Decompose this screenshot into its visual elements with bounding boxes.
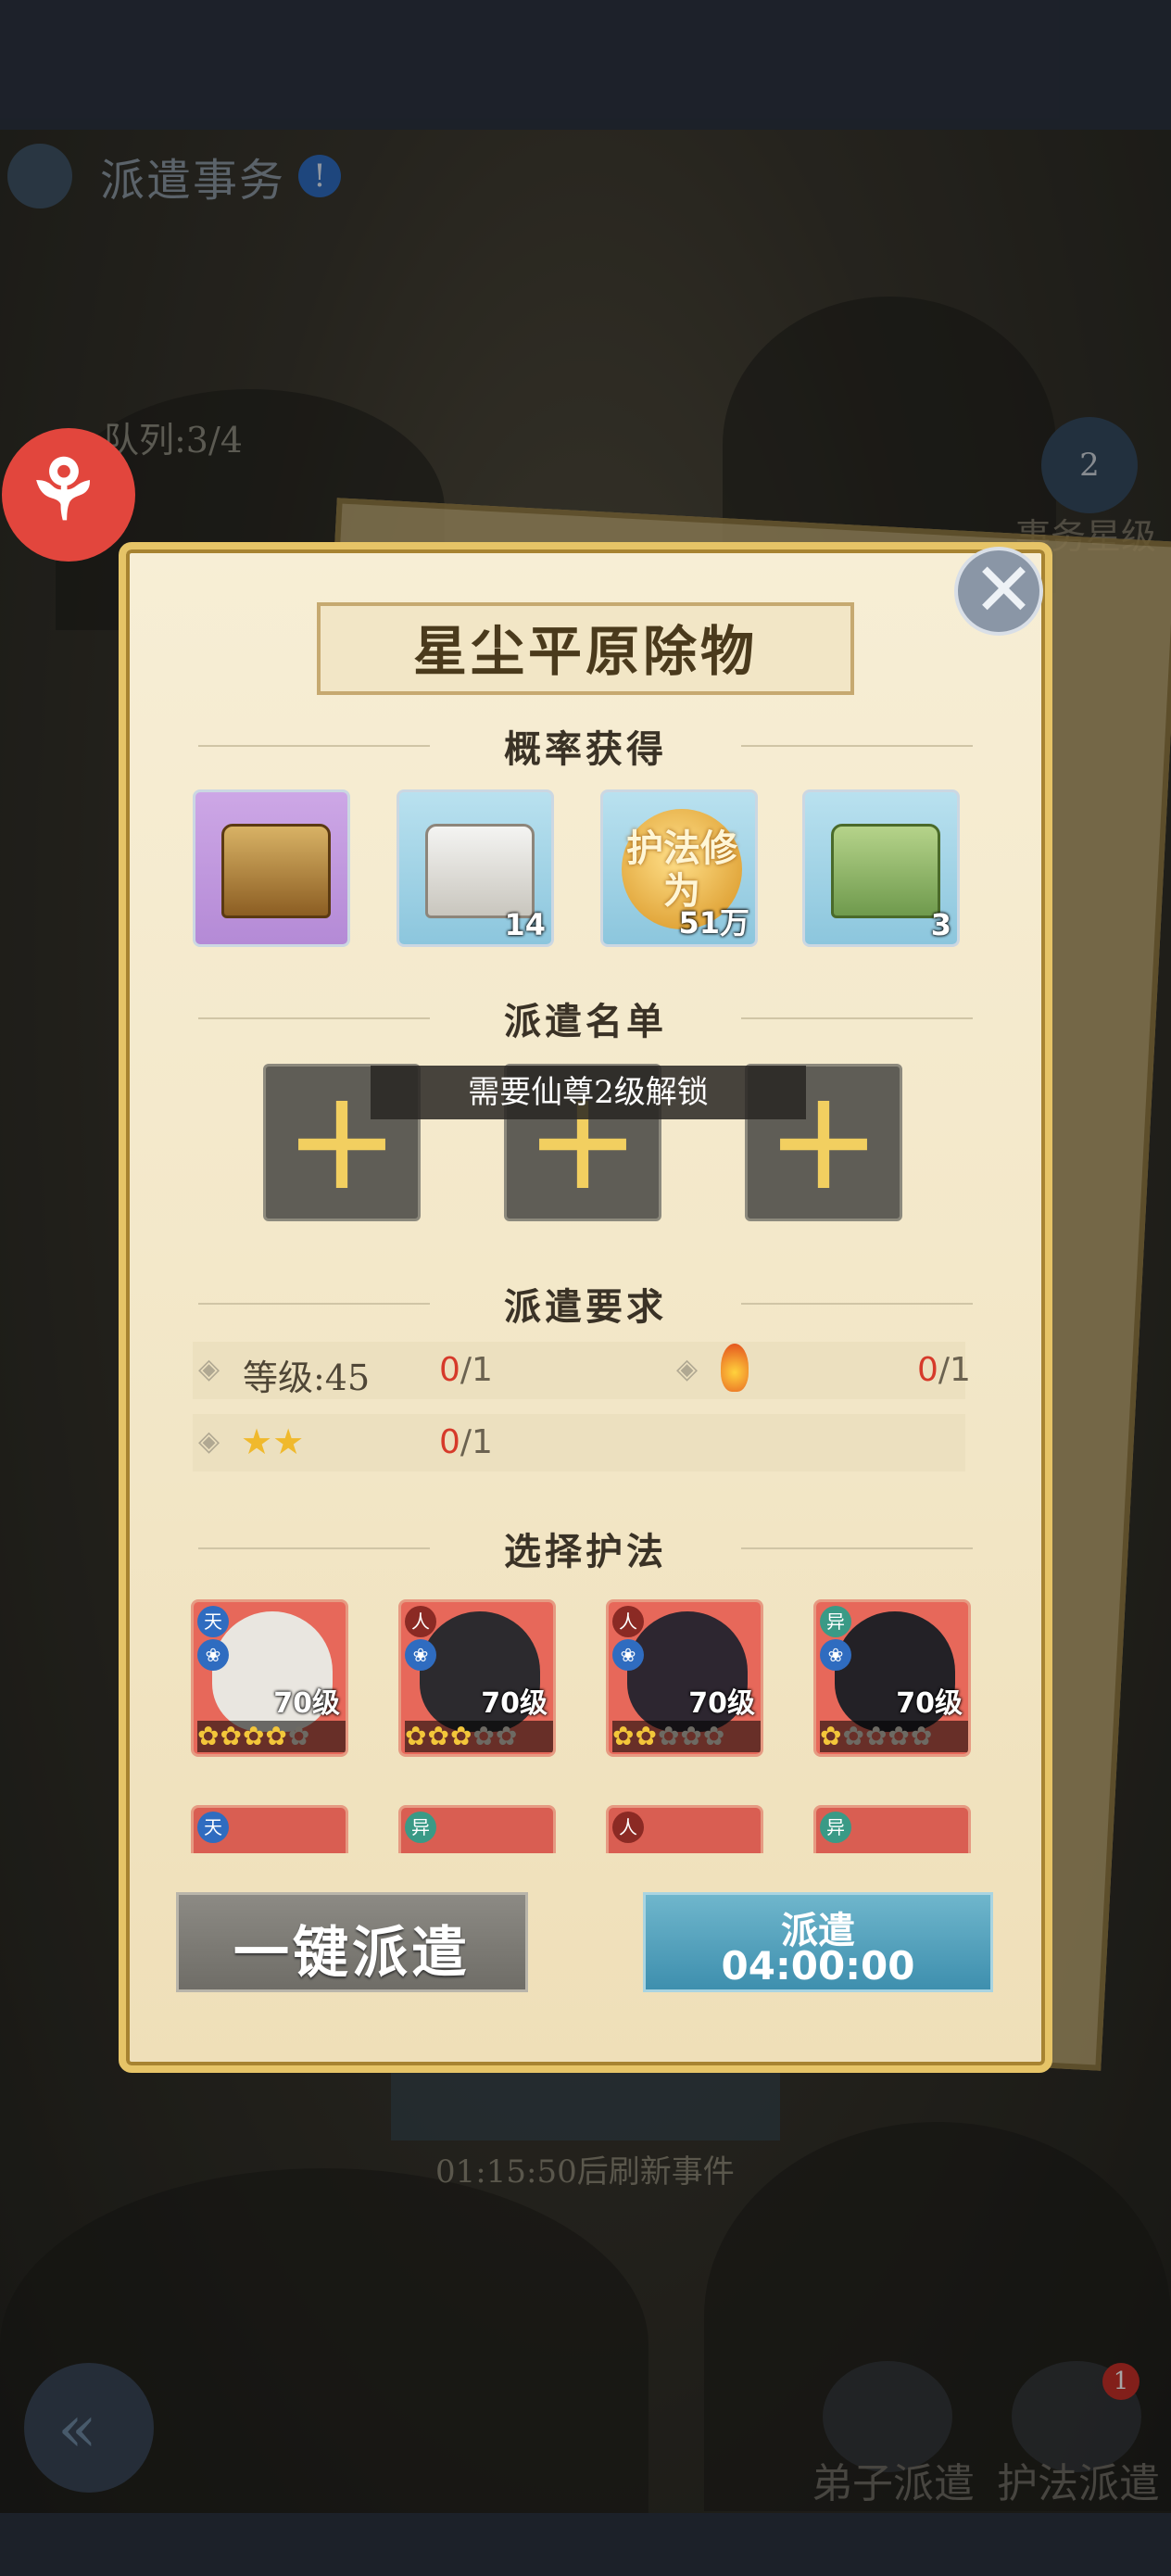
hero-card-partial[interactable]: 天: [191, 1805, 348, 1853]
reward-qty: 51万: [678, 905, 749, 941]
star-empty-icon: ✿: [910, 1721, 934, 1751]
requirement-stars: ★★: [241, 1421, 305, 1462]
lotus-element-icon: ❀: [612, 1639, 644, 1671]
section-roster-heading: 派遣名单: [504, 1000, 667, 1043]
hero-card-partial[interactable]: 人: [606, 1805, 763, 1853]
requirement-count: 0/1: [439, 1423, 493, 1461]
star-empty-icon: ✿: [472, 1721, 496, 1751]
hero-card[interactable]: 异 ❀ 70级 ✿✿✿✿✿: [813, 1599, 971, 1757]
star-empty-icon: ✿: [680, 1721, 703, 1751]
hero-card[interactable]: 人 ❀ 70级 ✿✿✿✿✿: [398, 1599, 556, 1757]
diamond-icon: ◈: [198, 1425, 220, 1458]
floating-assistant-button[interactable]: ⚘: [2, 428, 135, 562]
hero-card-partial[interactable]: 异: [398, 1805, 556, 1853]
reward-qty: 14: [504, 907, 546, 942]
star-filled-icon: ✿: [635, 1721, 658, 1751]
slot-lock-banner: 需要仙尊2级解锁: [371, 1066, 806, 1119]
jade-chest-icon: [831, 824, 940, 918]
close-button[interactable]: ✕: [954, 547, 1043, 636]
sprout-icon: ⚘: [26, 441, 101, 539]
lotus-element-icon: ❀: [405, 1639, 436, 1671]
dispatch-button[interactable]: 派遣 04:00:00: [643, 1892, 993, 1992]
section-select-heading: 选择护法: [504, 1530, 667, 1573]
hero-level: 70级: [688, 1687, 755, 1720]
star-filled-icon: ✿: [612, 1721, 636, 1751]
hero-card-partial[interactable]: 异: [813, 1805, 971, 1853]
one-click-dispatch-button[interactable]: 一键派遣: [176, 1892, 528, 1992]
requirement-level: 等级:45: [243, 1357, 371, 1398]
faction-badge: 异: [820, 1606, 851, 1637]
star-filled-icon: ✿: [820, 1721, 843, 1751]
star-empty-icon: ✿: [287, 1721, 311, 1751]
hero-level: 70级: [481, 1687, 548, 1720]
hero-star-rating: ✿✿✿✿✿: [405, 1721, 553, 1752]
star-empty-icon: ✿: [495, 1721, 519, 1751]
star-empty-icon: ✿: [864, 1721, 888, 1751]
star-filled-icon: ✿: [242, 1721, 266, 1751]
star-empty-icon: ✿: [842, 1721, 865, 1751]
reward-item[interactable]: 护法修为 51万: [600, 789, 758, 947]
faction-badge: 天: [197, 1606, 229, 1637]
requirement-count: 0/1: [439, 1351, 493, 1389]
star-filled-icon: ✿: [405, 1721, 428, 1751]
faction-badge: 人: [405, 1606, 436, 1637]
star-filled-icon: ✿: [220, 1721, 243, 1751]
silver-chest-icon: [425, 824, 535, 918]
star-empty-icon: ✿: [702, 1721, 726, 1751]
lotus-element-icon: ❀: [197, 1639, 229, 1671]
hero-star-rating: ✿✿✿✿✿: [820, 1721, 968, 1752]
star-filled-icon: ✿: [449, 1721, 473, 1751]
fire-element-icon: [721, 1344, 749, 1392]
requirement-row: [193, 1414, 965, 1471]
requirement-count: 0/1: [917, 1351, 971, 1389]
star-filled-icon: ✿: [427, 1721, 450, 1751]
reward-item[interactable]: 3: [802, 789, 960, 947]
hero-level: 70级: [896, 1687, 963, 1720]
reward-item[interactable]: 14: [397, 789, 554, 947]
lotus-element-icon: ❀: [820, 1639, 851, 1671]
star-filled-icon: ✿: [265, 1721, 288, 1751]
star-filled-icon: ✿: [197, 1721, 220, 1751]
faction-badge: 人: [612, 1606, 644, 1637]
section-rewards-heading: 概率获得: [504, 727, 667, 771]
hero-card[interactable]: 人 ❀ 70级 ✿✿✿✿✿: [606, 1599, 763, 1757]
hero-star-rating: ✿✿✿✿✿: [197, 1721, 346, 1752]
diamond-icon: ◈: [198, 1353, 220, 1385]
modal-title: 星尘平原除物: [412, 620, 758, 683]
close-icon: ✕: [973, 547, 1036, 633]
dispatch-timer: 04:00:00: [721, 1943, 915, 1989]
hero-level: 70级: [273, 1687, 340, 1720]
star-empty-icon: ✿: [657, 1721, 681, 1751]
reward-qty: 3: [930, 907, 951, 942]
diamond-icon: ◈: [676, 1353, 699, 1385]
hero-star-rating: ✿✿✿✿✿: [612, 1721, 761, 1752]
star-empty-icon: ✿: [888, 1721, 911, 1751]
gold-treasure-chest-icon: [221, 824, 331, 918]
reward-item[interactable]: [193, 789, 350, 947]
hero-card[interactable]: 天 ❀ 70级 ✿✿✿✿✿: [191, 1599, 348, 1757]
section-requirements-heading: 派遣要求: [504, 1285, 667, 1329]
